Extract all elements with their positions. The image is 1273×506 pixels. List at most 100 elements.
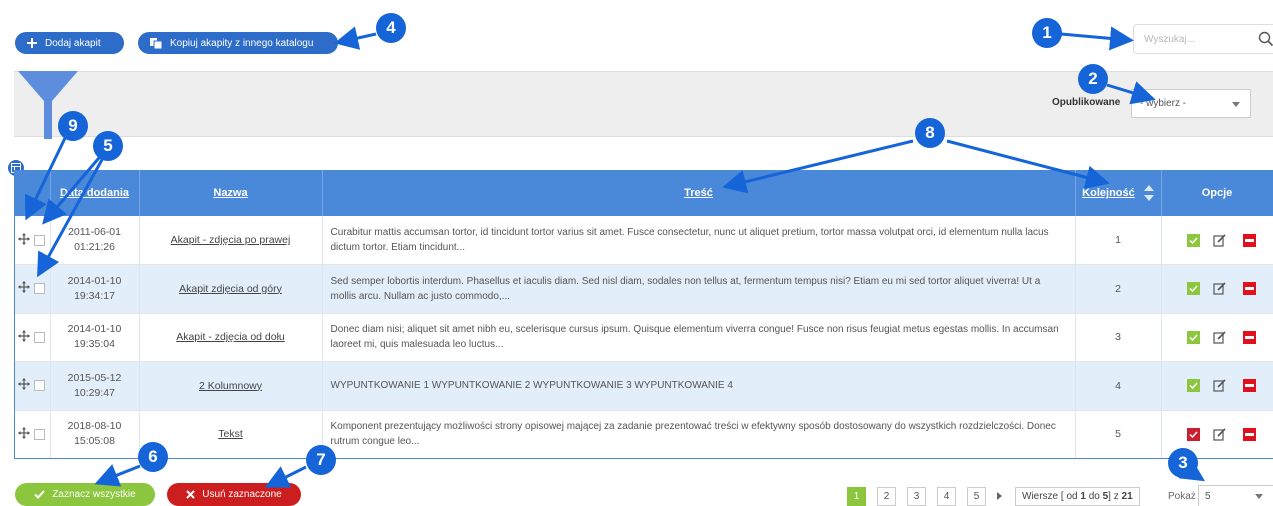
row-name: Akapit - zdjęcia po prawej — [139, 216, 323, 265]
row-name: Akapit zdjęcia od góry — [139, 264, 323, 314]
row-name-link[interactable]: Tekst — [218, 428, 243, 440]
per-page-select[interactable]: 5 — [1198, 485, 1273, 506]
callout-4: 4 — [376, 13, 406, 43]
row-content: Curabitur mattis accumsan tortor, id tin… — [322, 216, 1076, 265]
row-date: 2011-06-01 01:21:26 — [50, 216, 140, 265]
show-label: Pokaż — [1168, 491, 1196, 502]
row-order: 4 — [1075, 361, 1162, 411]
select-all-label: Zaznacz wszystkie — [52, 489, 136, 500]
edit-icon[interactable] — [1212, 331, 1226, 344]
add-paragraph-label: Dodaj akapit — [45, 37, 101, 49]
callout-9: 9 — [58, 111, 88, 141]
search-icon[interactable] — [1258, 31, 1273, 50]
row-order: 1 — [1075, 216, 1162, 265]
row-name-link[interactable]: Akapit zdjęcia od góry — [179, 283, 282, 295]
publish-toggle[interactable] — [1186, 427, 1200, 441]
publish-toggle[interactable] — [1186, 233, 1200, 247]
add-paragraph-button[interactable]: Dodaj akapit — [15, 32, 124, 54]
drag-handle-icon[interactable] — [18, 378, 31, 393]
published-label: Opublikowane — [1052, 97, 1121, 108]
next-page-icon[interactable] — [996, 490, 1004, 505]
delete-icon[interactable] — [1242, 282, 1256, 296]
table-bottom-border — [14, 458, 1273, 459]
row-order: 2 — [1075, 264, 1162, 314]
close-icon — [186, 490, 195, 499]
row-content: WYPUNTKOWANIE 1 WYPUNTKOWANIE 2 WYPUNTKO… — [322, 361, 1076, 411]
row-name-link[interactable]: Akapit - zdjęcia po prawej — [171, 234, 291, 246]
edit-icon[interactable] — [1212, 233, 1226, 247]
publish-toggle[interactable] — [1186, 282, 1200, 296]
delete-icon[interactable] — [1242, 330, 1256, 344]
row-checkbox[interactable] — [34, 380, 46, 392]
delete-selected-button[interactable]: Usuń zaznaczone — [167, 483, 301, 506]
row-content: Komponent prezentujący możliwości strony… — [322, 410, 1076, 459]
paragraphs-table: Data dodania Nazwa Treść Kolejność Opcje… — [14, 170, 1273, 459]
row-checkbox[interactable] — [34, 331, 46, 343]
row-controls — [14, 410, 51, 459]
publish-toggle[interactable] — [1186, 330, 1200, 344]
row-name-link[interactable]: 2 Kolumnowy — [199, 380, 262, 392]
page-5-button[interactable]: 5 — [967, 487, 986, 506]
published-select[interactable]: - wybierz - — [1131, 89, 1251, 118]
table-row: 2011-06-01 01:21:26 Akapit - zdjęcia po p… — [14, 216, 1273, 265]
table-row: 2015-05-12 10:29:47 2 Kolumnowy WYPUNTKOW… — [14, 361, 1273, 411]
callout-5: 5 — [93, 131, 123, 161]
row-controls — [14, 264, 51, 314]
header-options: Opcje — [1161, 170, 1273, 216]
row-date: 2014-01-10 19:34:17 — [50, 264, 140, 314]
row-checkbox[interactable] — [34, 234, 46, 246]
edit-icon[interactable] — [1212, 282, 1226, 295]
delete-icon[interactable] — [1242, 427, 1256, 441]
header-name[interactable]: Nazwa — [139, 170, 323, 216]
row-options — [1161, 264, 1273, 314]
header-order[interactable]: Kolejność — [1075, 170, 1162, 216]
table-row: 2018-08-10 15:05:08 Tekst Komponent preze… — [14, 410, 1273, 459]
row-name: Akapit - zdjęcia od dołu — [139, 313, 323, 362]
row-controls — [14, 313, 51, 362]
row-content: Donec diam nisi; aliquet sit amet nibh e… — [322, 313, 1076, 362]
row-name: 2 Kolumnowy — [139, 361, 323, 411]
page-4-button[interactable]: 4 — [937, 487, 956, 506]
callout-8: 8 — [915, 118, 945, 148]
row-date: 2018-08-10 15:05:08 — [50, 410, 140, 459]
drag-handle-icon[interactable] — [18, 281, 31, 296]
arrow-1 — [1060, 26, 1134, 51]
search-input[interactable] — [1144, 33, 1254, 45]
search-box — [1133, 24, 1273, 54]
header-content[interactable]: Treść — [322, 170, 1076, 216]
publish-toggle[interactable] — [1186, 379, 1200, 393]
drag-handle-icon[interactable] — [18, 232, 31, 248]
page-3-button[interactable]: 3 — [907, 487, 926, 506]
row-order: 5 — [1075, 410, 1162, 459]
row-controls — [14, 361, 51, 411]
edit-icon[interactable] — [1212, 379, 1226, 392]
delete-icon[interactable] — [1242, 379, 1256, 393]
delete-icon[interactable] — [1242, 233, 1256, 247]
sort-icon[interactable] — [1143, 185, 1154, 201]
edit-icon[interactable] — [1212, 428, 1226, 441]
row-name-link[interactable]: Akapit - zdjęcia od dołu — [176, 331, 285, 343]
copy-icon — [150, 37, 162, 49]
row-options — [1161, 216, 1273, 265]
callout-1: 1 — [1032, 18, 1062, 48]
delete-selected-label: Usuń zaznaczone — [202, 489, 282, 500]
chevron-down-icon — [1255, 494, 1263, 499]
per-page-value: 5 — [1205, 490, 1211, 502]
page-2-button[interactable]: 2 — [877, 487, 896, 506]
arrow-6 — [94, 464, 141, 487]
arrow-4 — [334, 26, 377, 50]
callout-3: 3 — [1168, 448, 1198, 478]
row-date: 2014-01-10 19:35:04 — [50, 313, 140, 362]
row-checkbox[interactable] — [34, 283, 46, 295]
copy-paragraphs-button[interactable]: Kopiuj akapity z innego katalogu — [138, 32, 338, 54]
page-1-button[interactable]: 1 — [847, 487, 866, 506]
published-select-value: - wybierz - — [1140, 98, 1187, 109]
drag-handle-icon[interactable] — [18, 329, 31, 345]
header-controls — [14, 170, 51, 216]
callout-2: 2 — [1078, 64, 1108, 94]
select-all-button[interactable]: Zaznacz wszystkie — [15, 483, 155, 506]
drag-handle-icon[interactable] — [18, 426, 31, 442]
row-checkbox[interactable] — [34, 428, 46, 440]
check-icon — [34, 490, 46, 499]
header-date[interactable]: Data dodania — [50, 170, 140, 216]
